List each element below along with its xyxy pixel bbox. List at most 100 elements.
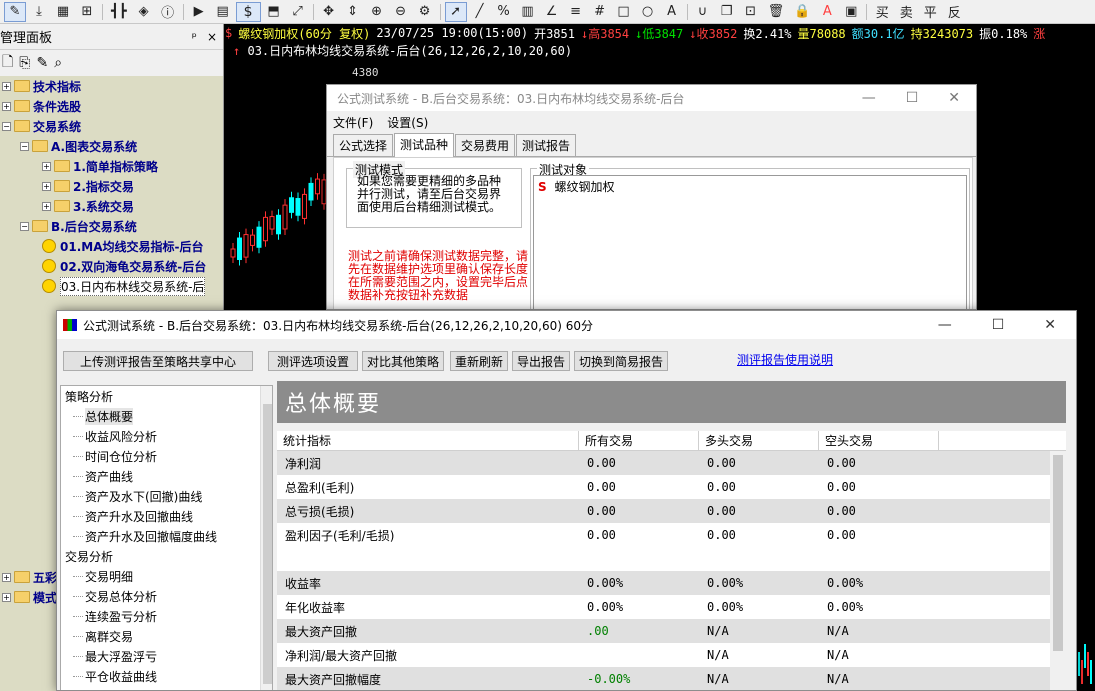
maximize-icon[interactable]: ☐	[906, 90, 919, 106]
download-icon[interactable]: ⤓	[28, 2, 50, 22]
new-file-icon[interactable]: 🗋	[2, 51, 13, 75]
edit-icon[interactable]: ✎	[36, 55, 48, 71]
save-icon[interactable]: ▣	[840, 2, 862, 22]
expand-toggle-icon[interactable]: −	[20, 141, 29, 151]
nav-item[interactable]: 资产升水及回撤曲线	[61, 506, 272, 526]
nav-item[interactable]: 资产曲线	[61, 466, 272, 486]
expand-toggle-icon[interactable]: +	[2, 81, 11, 91]
nav-item[interactable]: 最大浮盈浮亏	[61, 646, 272, 666]
expand-toggle-icon[interactable]: +	[42, 181, 51, 191]
text-icon[interactable]: A	[661, 2, 683, 22]
close-icon[interactable]: ✕	[948, 90, 960, 106]
pin-icon[interactable]: ᵖ	[192, 30, 197, 44]
indicator-icon[interactable]: ◈	[133, 2, 155, 22]
tree-item[interactable]: + 条件选股	[0, 96, 223, 116]
trend-icon[interactable]: ⤢	[287, 2, 309, 22]
tree-item[interactable]: 01.MA均线交易指标-后台	[0, 236, 223, 256]
report-help-link[interactable]: 测评报告使用说明	[737, 351, 833, 368]
expand-toggle-icon[interactable]: +	[2, 592, 11, 602]
buy-button[interactable]: 买	[871, 2, 893, 22]
reverse-button[interactable]: 反	[943, 2, 965, 22]
copy-icon[interactable]: ❐	[716, 2, 738, 22]
magnet-icon[interactable]: ∪	[692, 2, 714, 22]
candlestick-icon[interactable]: ┫┣	[107, 2, 131, 22]
nav-item[interactable]: 时间仓位分析	[61, 446, 272, 466]
copy-file-icon[interactable]: ⎘	[19, 55, 30, 71]
tree-item[interactable]: − B.后台交易系统	[0, 216, 223, 236]
nav-item[interactable]: 平仓收益曲线	[61, 666, 272, 686]
pencil-icon[interactable]: ✎	[4, 1, 26, 22]
angle-icon[interactable]: ∠	[541, 2, 563, 22]
minimize-icon[interactable]: —	[938, 317, 952, 333]
col-header-metric[interactable]: 统计指标	[277, 431, 579, 450]
close-icon[interactable]: ×	[207, 30, 217, 44]
nav-item[interactable]: 总体概要	[61, 406, 272, 426]
nav-item[interactable]: 交易总体分析	[61, 586, 272, 606]
upload-report-button[interactable]: 上传测评报告至策略共享中心	[63, 351, 253, 371]
ruler-icon[interactable]: ▥	[517, 2, 539, 22]
tree-item[interactable]: + 技术指标	[0, 76, 223, 96]
chart-icon[interactable]: ⬒	[263, 2, 285, 22]
move-icon[interactable]: ✥	[318, 2, 340, 22]
symbol-button[interactable]: $	[235, 1, 261, 22]
rectangle-icon[interactable]: □	[613, 2, 635, 22]
unlock-icon[interactable]: ⊡	[740, 2, 762, 22]
grid-icon[interactable]: ⊞	[76, 2, 98, 22]
tree-item[interactable]: +3.系统交易	[0, 196, 223, 216]
nav-item[interactable]: 连续盈亏分析	[61, 606, 272, 626]
tab-formula-select[interactable]: 公式选择	[333, 134, 394, 156]
tree-item[interactable]: 03.日内布林线交易系统-后	[0, 276, 223, 296]
cursor-icon[interactable]: ➚	[444, 1, 467, 22]
nav-category[interactable]: 策略分析	[61, 386, 272, 406]
tab-trading-fees[interactable]: 交易费用	[455, 134, 516, 156]
hash-icon[interactable]: #	[589, 2, 611, 22]
vertical-icon[interactable]: ⇕	[342, 2, 364, 22]
refresh-button[interactable]: 重新刷新	[450, 351, 508, 371]
expand-toggle-icon[interactable]: +	[2, 572, 11, 582]
minimize-icon[interactable]: —	[862, 90, 876, 106]
gear-icon[interactable]: ⚙	[414, 2, 436, 22]
nav-item[interactable]: 资产升水及回撤幅度曲线	[61, 526, 272, 546]
info-icon[interactable]: ⓘ	[157, 2, 179, 22]
tab-test-report[interactable]: 测试报告	[516, 134, 577, 156]
expand-toggle-icon[interactable]: +	[42, 201, 51, 211]
fib-icon[interactable]: ≡	[565, 2, 587, 22]
nav-item[interactable]: 离群交易	[61, 626, 272, 646]
percent-icon[interactable]: %	[493, 2, 515, 22]
simple-report-button[interactable]: 切换到简易报告	[574, 351, 668, 371]
col-header-all[interactable]: 所有交易	[579, 431, 699, 450]
menu-settings[interactable]: 设置(S)	[387, 114, 428, 131]
compare-strategies-button[interactable]: 对比其他策略	[362, 351, 444, 371]
col-header-short[interactable]: 空头交易	[819, 431, 939, 450]
tree-item[interactable]: +2.指标交易	[0, 176, 223, 196]
tree-item[interactable]: − 交易系统	[0, 116, 223, 136]
zoom-in-icon[interactable]: ⊕	[366, 2, 388, 22]
nav-scrollbar-thumb[interactable]	[263, 404, 272, 684]
test-options-button[interactable]: 测评选项设置	[268, 351, 358, 371]
nav-item[interactable]: 收益风险分析	[61, 426, 272, 446]
layout-icon[interactable]: ▦	[52, 2, 74, 22]
expand-toggle-icon[interactable]: −	[2, 121, 11, 131]
expand-toggle-icon[interactable]: +	[42, 161, 51, 171]
tree-item[interactable]: − A.图表交易系统	[0, 136, 223, 156]
tree-item[interactable]: 02.双向海龟交易系统-后台	[0, 256, 223, 276]
tab-test-symbols[interactable]: 测试品种	[394, 133, 455, 157]
nav-scrollbar[interactable]	[260, 386, 272, 690]
menu-file[interactable]: 文件(F)	[333, 114, 373, 131]
maximize-icon[interactable]: ☐	[992, 317, 1005, 333]
close-position-button[interactable]: 平	[919, 2, 941, 22]
search-icon[interactable]: ⌕	[54, 55, 62, 71]
document-icon[interactable]: ▤	[212, 2, 234, 22]
test-target-item[interactable]: 螺纹钢加权	[554, 180, 614, 194]
expand-toggle-icon[interactable]: −	[20, 221, 29, 231]
close-icon[interactable]: ✕	[1044, 317, 1056, 333]
nav-item[interactable]: 交易明细	[61, 566, 272, 586]
sell-button[interactable]: 卖	[895, 2, 917, 22]
nav-category[interactable]: 交易分析	[61, 546, 272, 566]
expand-toggle-icon[interactable]: +	[2, 101, 11, 111]
col-header-long[interactable]: 多头交易	[699, 431, 819, 450]
tree-item[interactable]: +1.简单指标策略	[0, 156, 223, 176]
nav-item[interactable]: 资产及水下(回撤)曲线	[61, 486, 272, 506]
table-scrollbar-thumb[interactable]	[1053, 455, 1063, 651]
line-icon[interactable]: ╱	[469, 2, 491, 22]
